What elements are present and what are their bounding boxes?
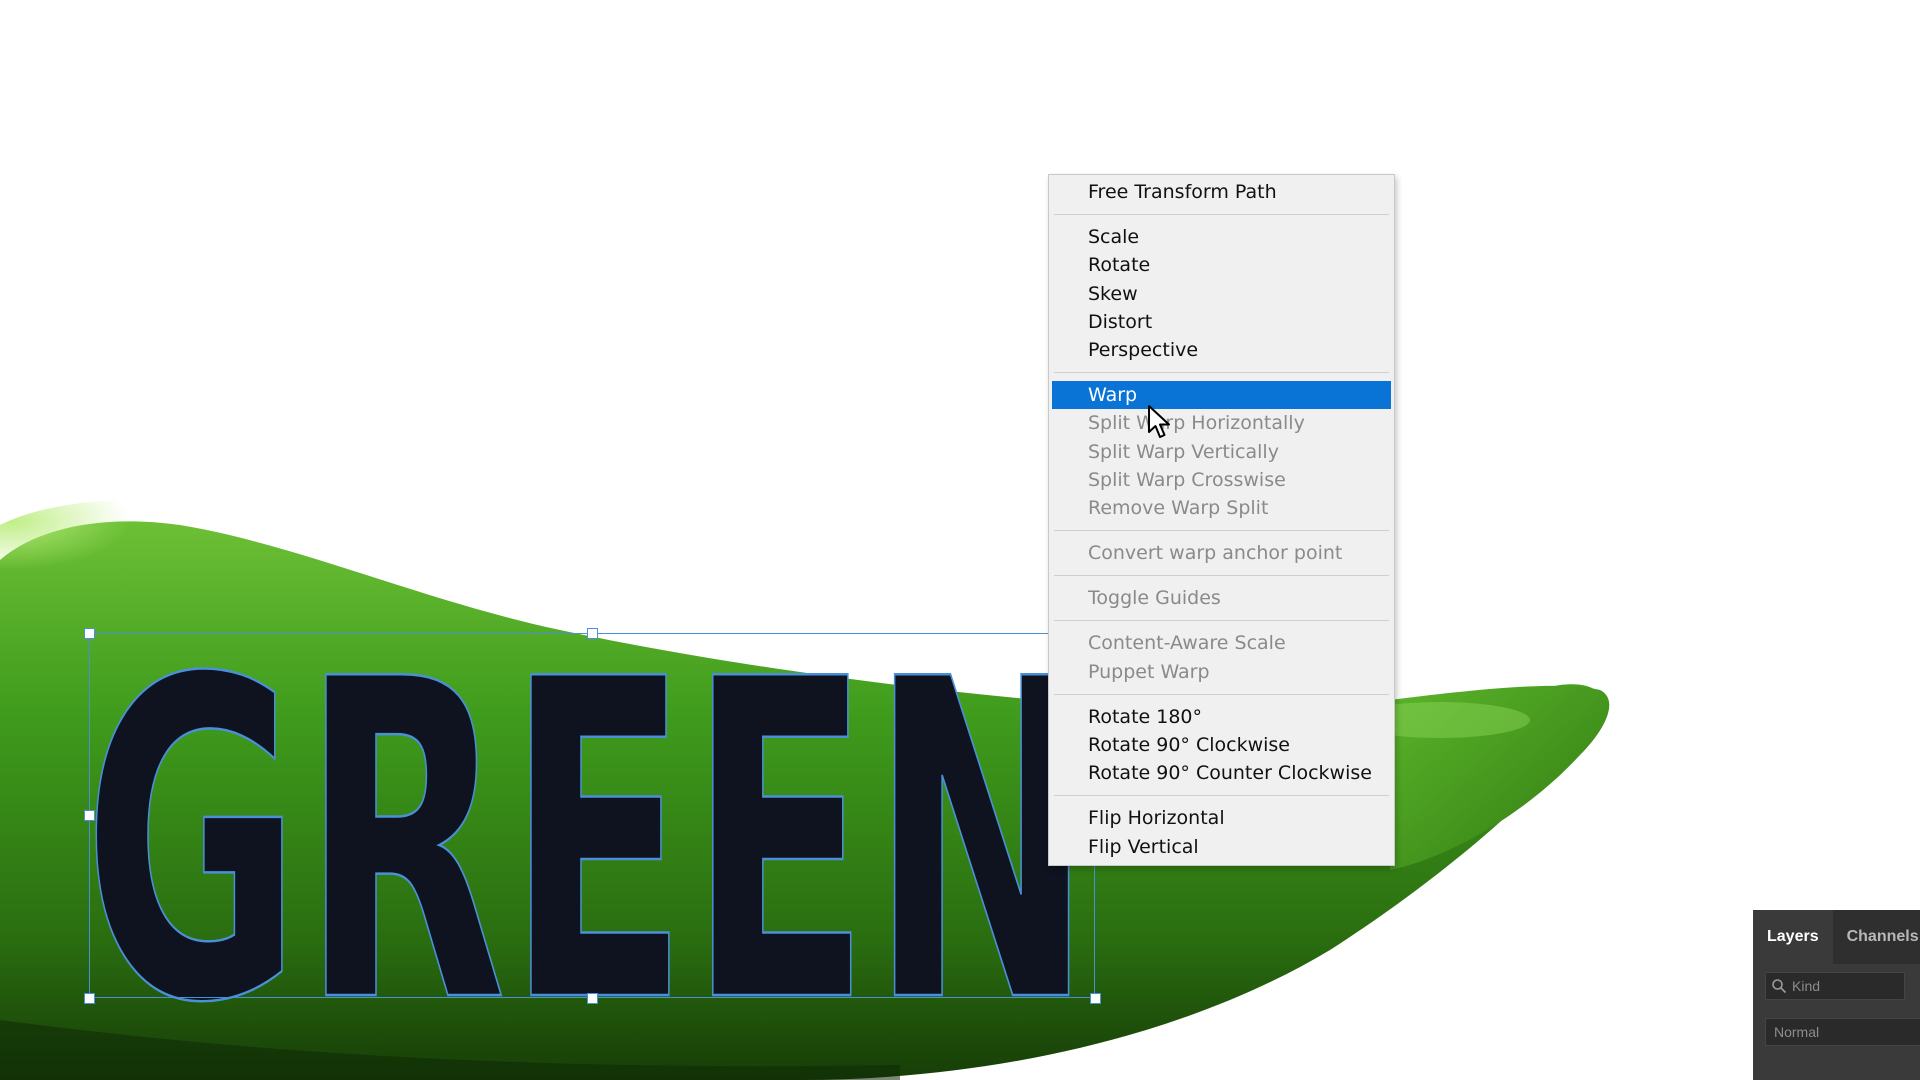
menu-separator: [1054, 795, 1389, 797]
menu-separator: [1054, 620, 1389, 622]
menu-item-rotate-90-clockwise[interactable]: Rotate 90° Clockwise: [1052, 731, 1391, 759]
menu-item-rotate[interactable]: Rotate: [1052, 251, 1391, 279]
menu-item-split-warp-crosswise: Split Warp Crosswise: [1088, 468, 1286, 491]
menu-separator: [1054, 214, 1389, 216]
transform-handle-top-left[interactable]: [84, 628, 95, 639]
search-icon: [1766, 973, 1792, 999]
green-text-layer: GREEN: [83, 587, 1093, 1080]
menu-separator: [1054, 575, 1389, 577]
tab-layers[interactable]: Layers: [1753, 910, 1833, 964]
tab-channels[interactable]: Channels: [1833, 910, 1920, 964]
menu-item-perspective[interactable]: Perspective: [1052, 336, 1391, 364]
menu-item-warp[interactable]: Warp: [1052, 381, 1391, 410]
menu-item-puppet-warp: Puppet Warp: [1088, 660, 1210, 683]
menu-item-content-aware-scale: Content-Aware Scale: [1088, 632, 1286, 655]
blend-mode-select[interactable]: Normal: [1765, 1018, 1920, 1046]
layers-panel: Layers Channels Kind Normal: [1753, 910, 1920, 1080]
menu-item-skew[interactable]: Skew: [1052, 280, 1391, 308]
layers-panel-tabs: Layers Channels: [1753, 910, 1920, 964]
menu-item-flip-vertical[interactable]: Flip Vertical: [1052, 833, 1391, 861]
document-canvas[interactable]: GREEN Free Transform Path Scale Rotate Skew…: [0, 0, 1920, 1080]
mouse-pointer-icon: [1148, 405, 1170, 438]
menu-item-flip-horizontal[interactable]: Flip Horizontal: [1052, 804, 1391, 832]
menu-item-distort[interactable]: Distort: [1052, 308, 1391, 336]
layer-filter-field[interactable]: Kind: [1765, 972, 1905, 1000]
transform-handle-middle-left[interactable]: [84, 810, 95, 821]
menu-separator: [1054, 530, 1389, 532]
pepper-image: GREEN: [0, 500, 1610, 1080]
menu-item-rotate-180[interactable]: Rotate 180°: [1052, 703, 1391, 731]
transform-handle-bottom-left[interactable]: [84, 993, 95, 1004]
menu-item-rotate-90-counter-clockwise[interactable]: Rotate 90° Counter Clockwise: [1052, 759, 1391, 787]
menu-item-split-warp-horizontally: Split Warp Horizontally: [1088, 412, 1305, 435]
menu-separator: [1054, 372, 1389, 374]
menu-separator: [1054, 693, 1389, 695]
transform-handle-top-center[interactable]: [587, 628, 598, 639]
transform-handle-bottom-right[interactable]: [1090, 993, 1101, 1004]
menu-item-split-warp-vertically: Split Warp Vertically: [1088, 440, 1279, 463]
menu-item-convert-warp-anchor-point: Convert warp anchor point: [1088, 542, 1343, 565]
layers-panel-body: Kind Normal: [1753, 964, 1920, 1080]
layer-filter-label: Kind: [1792, 978, 1821, 994]
menu-item-scale[interactable]: Scale: [1052, 223, 1391, 251]
menu-item-free-transform-path[interactable]: Free Transform Path: [1052, 178, 1391, 206]
menu-item-remove-warp-split: Remove Warp Split: [1088, 496, 1269, 519]
transform-context-menu[interactable]: Free Transform Path Scale Rotate Skew Distor…: [1048, 174, 1395, 866]
transform-handle-bottom-center[interactable]: [587, 993, 598, 1004]
menu-item-toggle-guides: Toggle Guides: [1088, 587, 1221, 610]
